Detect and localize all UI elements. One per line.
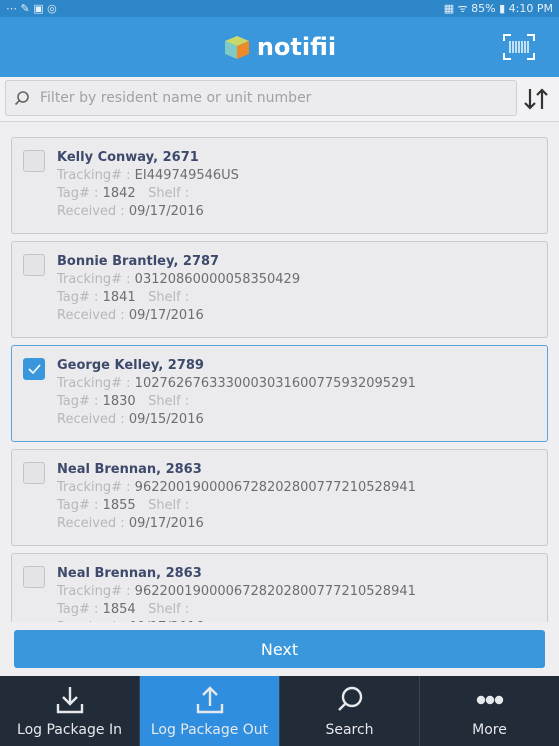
package-info: Bonnie Brantley, 2787 Tracking# : 031208… bbox=[57, 253, 300, 325]
tab-log-package-in[interactable]: Log Package In bbox=[0, 676, 140, 746]
package-info: Neal Brennan, 2863 Tracking# : 962200190… bbox=[57, 565, 416, 622]
tab-label: Search bbox=[325, 722, 374, 738]
package-checkbox[interactable] bbox=[23, 150, 45, 172]
package-info: George Kelley, 2789 Tracking# : 10276267… bbox=[57, 357, 416, 429]
box-logo-icon bbox=[224, 36, 249, 59]
status-bar: ⋯ ✎ ▣ ◎ ▦ ᯤ 85% ▮ 4:10 PM bbox=[0, 0, 559, 17]
tracking-number: 9622001900006728202800777210528941 bbox=[134, 480, 416, 495]
resident-name: Bonnie Brantley, 2787 bbox=[57, 254, 220, 269]
resident-name: Kelly Conway, 2671 bbox=[57, 150, 199, 165]
package-list[interactable]: Kelly Conway, 2671 Tracking# : EI4497495… bbox=[0, 122, 559, 622]
tag-label: Tag# : bbox=[57, 602, 99, 617]
received-date: 09/17/2016 bbox=[128, 204, 204, 219]
tab-label: More bbox=[472, 722, 507, 738]
upload-icon bbox=[196, 686, 223, 714]
search-bar bbox=[0, 77, 559, 122]
received-date: 09/17/2016 bbox=[128, 308, 204, 323]
tracking-label: Tracking# : bbox=[57, 584, 131, 599]
filter-field[interactable] bbox=[5, 80, 517, 116]
tag-label: Tag# : bbox=[57, 498, 99, 513]
tracking-number: 9622001900006728202800777210528941 bbox=[134, 584, 416, 599]
received-label: Received : bbox=[57, 620, 125, 622]
tag-number: 1842 bbox=[102, 186, 136, 201]
resident-name: Neal Brennan, 2863 bbox=[57, 566, 202, 581]
app-header: notifii bbox=[0, 17, 559, 77]
tracking-label: Tracking# : bbox=[57, 168, 131, 183]
notification-icons: ⋯ ✎ ▣ ◎ bbox=[6, 2, 57, 15]
received-label: Received : bbox=[57, 412, 125, 427]
tracking-label: Tracking# : bbox=[57, 272, 131, 287]
next-button[interactable]: Next bbox=[14, 630, 545, 668]
tag-label: Tag# : bbox=[57, 186, 99, 201]
tracking-number: 1027626763330003031600775932095291 bbox=[134, 376, 416, 391]
package-card[interactable]: Kelly Conway, 2671 Tracking# : EI4497495… bbox=[11, 137, 548, 234]
tag-number: 1855 bbox=[102, 498, 136, 513]
tag-label: Tag# : bbox=[57, 290, 99, 305]
shelf-label: Shelf : bbox=[148, 498, 190, 513]
clock: 4:10 PM bbox=[508, 2, 553, 15]
download-icon bbox=[56, 687, 83, 714]
package-info: Neal Brennan, 2863 Tracking# : 962200190… bbox=[57, 461, 416, 533]
package-card[interactable]: Bonnie Brantley, 2787 Tracking# : 031208… bbox=[11, 241, 548, 338]
app-logo: notifii bbox=[223, 33, 336, 61]
app-name: notifii bbox=[256, 33, 337, 61]
received-date: 09/17/2016 bbox=[128, 516, 204, 531]
shelf-label: Shelf : bbox=[148, 290, 190, 305]
tracking-label: Tracking# : bbox=[57, 480, 131, 495]
package-info: Kelly Conway, 2671 Tracking# : EI4497495… bbox=[57, 149, 239, 221]
tracking-number: 03120860000058350429 bbox=[134, 272, 301, 287]
received-date: 09/17/2016 bbox=[129, 620, 204, 622]
tag-number: 1841 bbox=[102, 290, 136, 305]
received-date: 09/15/2016 bbox=[128, 412, 204, 427]
resident-name: George Kelley, 2789 bbox=[57, 358, 204, 373]
status-right: ▦ ᯤ 85% ▮ 4:10 PM bbox=[443, 2, 553, 15]
battery-level: 85% bbox=[471, 2, 496, 15]
filter-input[interactable] bbox=[40, 90, 516, 106]
check-icon bbox=[28, 364, 41, 375]
search-icon bbox=[337, 686, 362, 711]
tracking-label: Tracking# : bbox=[57, 376, 131, 391]
search-icon bbox=[14, 91, 29, 106]
tab-label: Log Package In bbox=[17, 722, 122, 738]
package-checkbox[interactable] bbox=[23, 462, 45, 484]
shelf-label: Shelf : bbox=[148, 394, 190, 409]
resident-name: Neal Brennan, 2863 bbox=[57, 462, 202, 477]
received-label: Received : bbox=[57, 308, 125, 323]
sort-icon[interactable] bbox=[523, 87, 549, 111]
shelf-label: Shelf : bbox=[148, 602, 190, 617]
package-card[interactable]: Neal Brennan, 2863 Tracking# : 962200190… bbox=[11, 553, 548, 622]
more-icon bbox=[476, 695, 503, 705]
tab-label: Log Package Out bbox=[150, 722, 269, 738]
tab-more[interactable]: More bbox=[420, 676, 559, 746]
package-card[interactable]: George Kelley, 2789 Tracking# : 10276267… bbox=[11, 345, 548, 442]
shelf-label: Shelf : bbox=[148, 186, 190, 201]
received-label: Received : bbox=[57, 516, 125, 531]
package-checkbox[interactable] bbox=[23, 566, 45, 588]
tracking-number: EI449749546US bbox=[134, 168, 239, 183]
package-checkbox[interactable] bbox=[23, 254, 45, 276]
tab-search[interactable]: Search bbox=[280, 676, 420, 746]
bottom-tab-bar: Log Package In Log Package Out Search More bbox=[0, 676, 559, 746]
received-label: Received : bbox=[57, 204, 125, 219]
package-checkbox[interactable] bbox=[23, 358, 45, 380]
tag-number: 1854 bbox=[102, 602, 136, 617]
tag-label: Tag# : bbox=[57, 394, 99, 409]
package-card[interactable]: Neal Brennan, 2863 Tracking# : 962200190… bbox=[11, 449, 548, 546]
barcode-scan-icon[interactable] bbox=[503, 33, 535, 61]
tag-number: 1830 bbox=[102, 394, 136, 409]
tab-log-package-out[interactable]: Log Package Out bbox=[140, 676, 280, 746]
